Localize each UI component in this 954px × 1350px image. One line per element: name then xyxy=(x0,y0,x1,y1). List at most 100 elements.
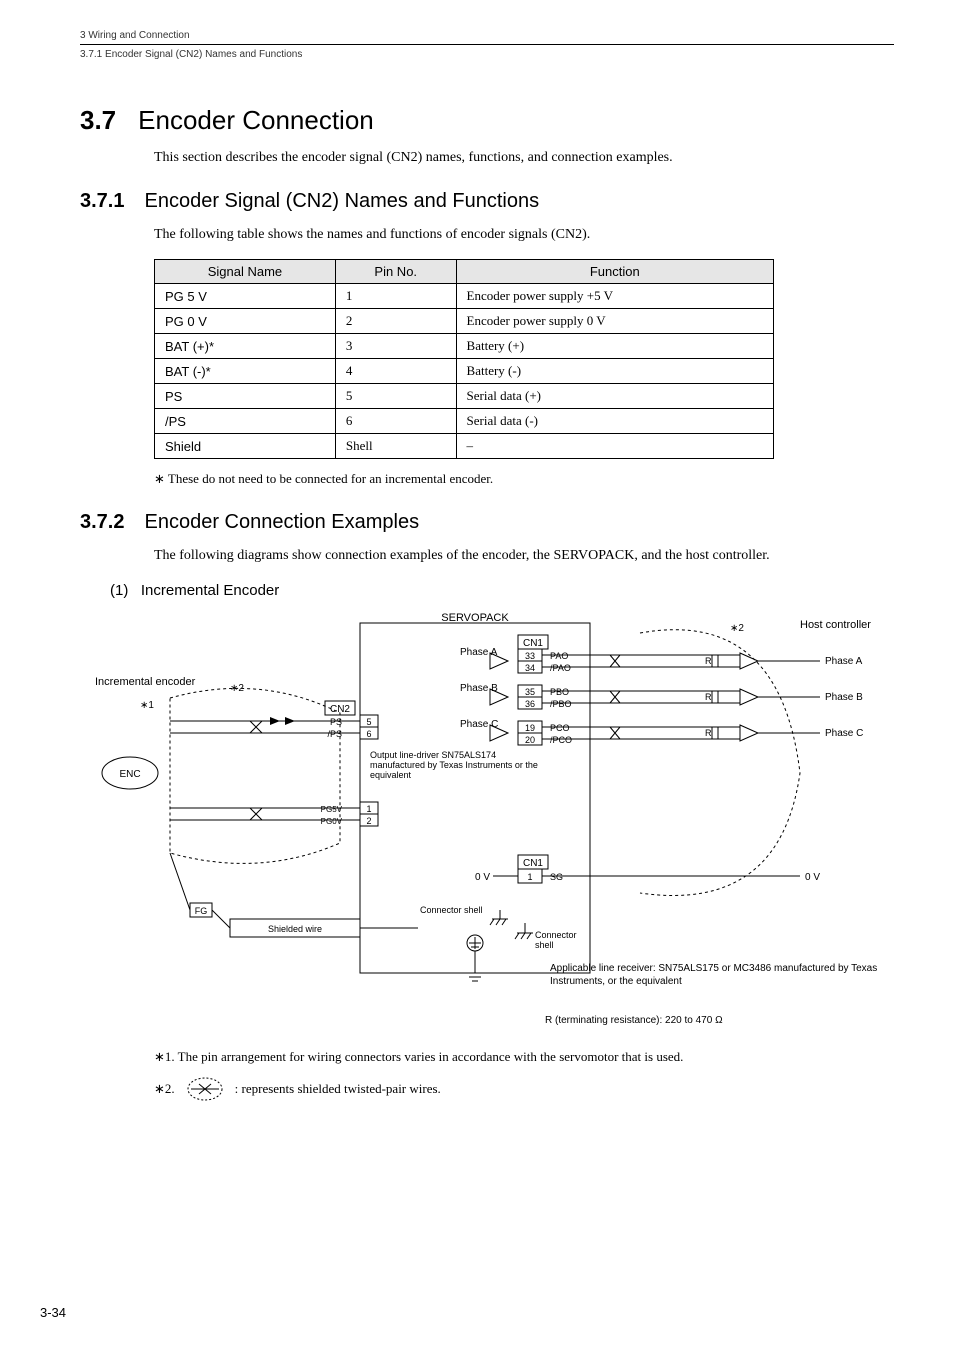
th-function: Function xyxy=(456,260,773,284)
pin-6: 6 xyxy=(366,729,371,739)
label-star2-left: ∗2 xyxy=(230,683,244,694)
cell-name: PS xyxy=(155,384,336,409)
header-section-line: 3.7.1 Encoder Signal (CN2) Names and Fun… xyxy=(80,49,894,60)
label-npbo: /PBO xyxy=(550,699,572,709)
receiver-a-icon xyxy=(740,653,758,669)
sub-title: Incremental Encoder xyxy=(141,582,279,599)
label-r-c: R xyxy=(705,728,712,738)
label-connector-shell-2a: Connector xyxy=(535,930,577,940)
label-phase-a-in: Phase A xyxy=(460,647,498,658)
cell-pin: 2 xyxy=(335,309,456,334)
pin-5: 5 xyxy=(366,717,371,727)
section-3-7-2-title: Encoder Connection Examples xyxy=(144,511,419,534)
pin-sg-1: 1 xyxy=(527,872,532,882)
arrow-ps-left-icon xyxy=(270,717,280,725)
table-row: BAT (+)* 3 Battery (+) xyxy=(155,334,774,359)
twist-b-icon xyxy=(610,691,620,703)
cell-name: Shield xyxy=(155,434,336,459)
sub-label: (1) xyxy=(110,582,128,599)
label-star2-top: ∗2 xyxy=(730,623,744,634)
section-3-7-num: 3.7 xyxy=(80,105,116,136)
cell-pin: 5 xyxy=(335,384,456,409)
footnote-2: ∗2. : represents shielded twisted-pair w… xyxy=(154,1075,894,1103)
page-number: 3-34 xyxy=(40,1305,66,1320)
label-cn1-bot: CN1 xyxy=(523,858,543,869)
label-host-controller: Host controller xyxy=(800,619,871,631)
wire-fg-shield xyxy=(212,910,230,928)
wire-fg-enc xyxy=(170,853,190,910)
subheading-incremental-encoder: (1) Incremental Encoder xyxy=(110,582,894,599)
label-pg5v: PG5V xyxy=(321,805,343,814)
label-sg: SG xyxy=(550,872,563,882)
cell-name: PG 5 V xyxy=(155,284,336,309)
footnotes-block: ∗1. The pin arrangement for wiring conne… xyxy=(154,1049,894,1103)
label-phase-c-out: Phase C xyxy=(825,728,863,739)
cell-name: BAT (-)* xyxy=(155,359,336,384)
wiring-diagram: SERVOPACK ∗2 Host controller CN1 Phase A… xyxy=(80,613,900,1043)
resistor-b-icon xyxy=(712,691,718,703)
pin-20: 20 xyxy=(525,735,535,745)
table-row: PS 5 Serial data (+) xyxy=(155,384,774,409)
th-signal-name: Signal Name xyxy=(155,260,336,284)
label-shielded-wire: Shielded wire xyxy=(268,924,322,934)
label-0v-right: 0 V xyxy=(805,872,820,883)
section-3-7-1-title: Encoder Signal (CN2) Names and Functions xyxy=(144,190,539,213)
label-r-b: R xyxy=(705,692,712,702)
cell-name: PG 0 V xyxy=(155,309,336,334)
encoder-signal-table: Signal Name Pin No. Function PG 5 V 1 En… xyxy=(154,259,774,459)
cell-name: BAT (+)* xyxy=(155,334,336,359)
cell-name: /PS xyxy=(155,409,336,434)
chassis-ground-2-icon xyxy=(515,923,533,939)
label-npco: /PCO xyxy=(550,735,572,745)
label-pbo: PBO xyxy=(550,687,569,697)
th-pin-no: Pin No. xyxy=(335,260,456,284)
cable-shield-dashed-icon xyxy=(170,688,340,863)
label-ps: PS xyxy=(330,717,342,727)
cell-func: Serial data (-) xyxy=(456,409,773,434)
table-row: PG 5 V 1 Encoder power supply +5 V xyxy=(155,284,774,309)
line-receiver-note-wrap: Applicable line receiver: SN75ALS175 or … xyxy=(550,963,880,1013)
pin-34: 34 xyxy=(525,663,535,673)
label-cn2: CN2 xyxy=(330,704,350,715)
host-shield-icon xyxy=(640,630,800,896)
output-driver-note-wrap: Output line-driver SN75ALS174 manufactur… xyxy=(370,751,550,796)
label-pao: PAO xyxy=(550,651,568,661)
label-r-a: R xyxy=(705,656,712,666)
twist-c-icon xyxy=(610,727,620,739)
line-receiver-note: Applicable line receiver: SN75ALS175 or … xyxy=(550,963,880,988)
footnote-1: ∗1. The pin arrangement for wiring conne… xyxy=(154,1049,894,1065)
section-3-7-1-heading: 3.7.1 Encoder Signal (CN2) Names and Fun… xyxy=(80,190,894,213)
header-chapter-line: 3 Wiring and Connection xyxy=(80,30,894,41)
twist-a-icon xyxy=(610,655,620,667)
table-row: Shield Shell – xyxy=(155,434,774,459)
section-3-7-heading: 3.7 Encoder Connection xyxy=(80,105,894,136)
resistor-c-icon xyxy=(712,727,718,739)
section-3-7-intro: This section describes the encoder signa… xyxy=(154,150,894,166)
cell-func: Serial data (+) xyxy=(456,384,773,409)
label-star1: ∗1 xyxy=(140,700,154,711)
cell-func: Encoder power supply 0 V xyxy=(456,309,773,334)
twist-pg-icon xyxy=(250,808,262,820)
label-0v-left: 0 V xyxy=(475,872,490,883)
pin-19: 19 xyxy=(525,723,535,733)
label-nps: /PS xyxy=(327,729,342,739)
label-pg0v: PG0V xyxy=(321,817,343,826)
table-row: BAT (-)* 4 Battery (-) xyxy=(155,359,774,384)
section-3-7-2-num: 3.7.2 xyxy=(80,511,124,534)
footnote-2-prefix: ∗2. xyxy=(154,1081,175,1097)
cell-pin: 6 xyxy=(335,409,456,434)
resistor-a-icon xyxy=(712,655,718,667)
earth-ground-icon xyxy=(466,973,484,981)
pin-35: 35 xyxy=(525,687,535,697)
label-npao: /PAO xyxy=(550,663,571,673)
pin-33: 33 xyxy=(525,651,535,661)
pin-2: 2 xyxy=(366,816,371,826)
label-servopack: SERVOPACK xyxy=(441,613,509,624)
label-cn1-top: CN1 xyxy=(523,638,543,649)
cell-func: Battery (-) xyxy=(456,359,773,384)
section-3-7-1-num: 3.7.1 xyxy=(80,190,124,213)
cell-func: – xyxy=(456,434,773,459)
cell-func: Battery (+) xyxy=(456,334,773,359)
label-phase-b-out: Phase B xyxy=(825,692,863,703)
servopack-box xyxy=(360,623,590,973)
